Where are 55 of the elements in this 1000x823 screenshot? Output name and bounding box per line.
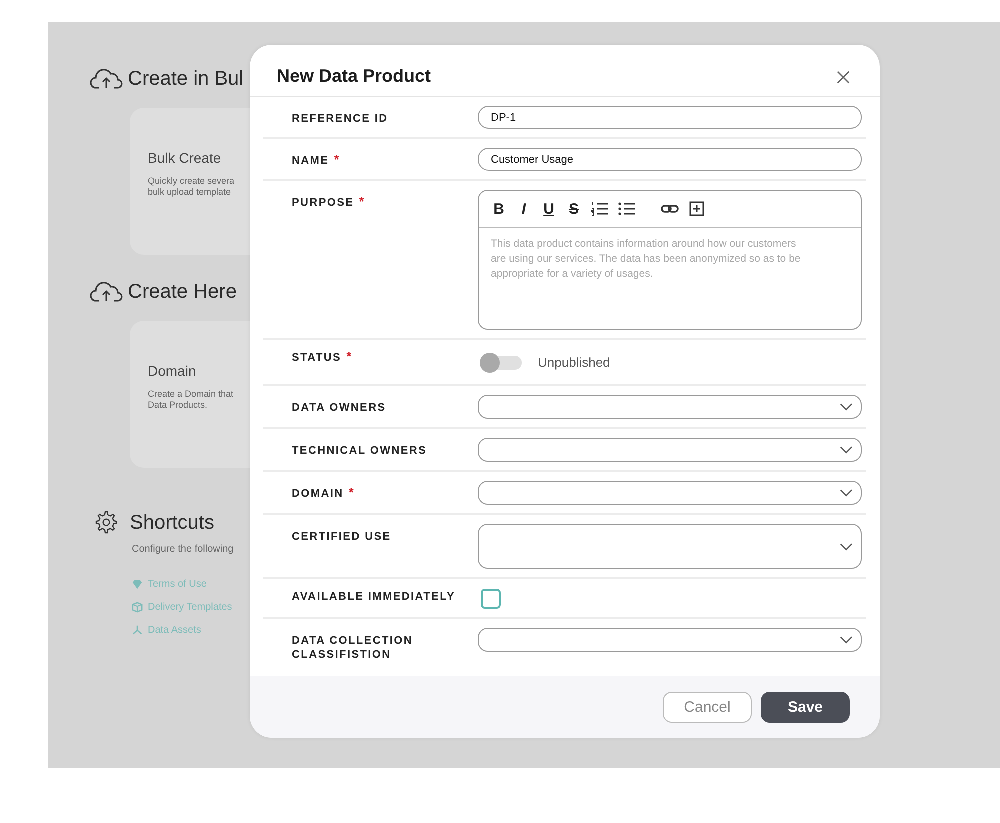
- card-title: Domain: [148, 363, 198, 379]
- required-mark: *: [348, 487, 354, 499]
- card-description: Quickly create severa bulk upload template: [148, 176, 236, 198]
- format-button[interactable]: U: [541, 200, 557, 218]
- dropdown-field[interactable]: [478, 524, 862, 569]
- section-title: Create Here: [128, 280, 237, 304]
- field-label: REFERENCE ID: [292, 112, 388, 126]
- bullet-list-icon[interactable]: [618, 201, 636, 217]
- gem-icon: [132, 578, 143, 590]
- required-mark: *: [346, 351, 352, 363]
- dropdown-field[interactable]: [478, 628, 862, 652]
- chevron-down-icon: [840, 403, 853, 411]
- save-button[interactable]: Save: [761, 692, 850, 722]
- format-button[interactable]: B: [491, 200, 507, 218]
- dropdown-field[interactable]: [478, 481, 862, 505]
- settings-icon: [94, 511, 118, 535]
- field-label: PURPOSE: [292, 196, 354, 210]
- chevron-down-icon: [840, 542, 853, 550]
- field-label: AVAILABLE IMMEDIATELY: [292, 590, 456, 604]
- chevron-down-icon: [840, 489, 853, 497]
- status-label: Unpublished: [538, 355, 610, 370]
- section-title: Shortcuts: [130, 512, 214, 534]
- format-button[interactable]: I: [516, 200, 532, 218]
- cloud-upload-icon: [90, 281, 124, 303]
- chevron-down-icon: [840, 446, 853, 454]
- field-label: CERTIFIED USE: [292, 530, 392, 544]
- fork-icon: [132, 624, 143, 636]
- dialog-title: New Data Product: [277, 66, 432, 87]
- field-label: TECHNICAL OWNERS: [292, 444, 428, 458]
- field-label: NAME: [292, 154, 330, 168]
- required-mark: *: [334, 154, 340, 166]
- dropdown-field[interactable]: [478, 438, 862, 462]
- cancel-button[interactable]: Cancel: [663, 692, 752, 722]
- toggle-switch[interactable]: [482, 356, 522, 370]
- field-label: DOMAIN: [292, 487, 344, 501]
- cloud-upload-icon: [90, 68, 124, 90]
- required-mark: *: [359, 196, 364, 208]
- field-label: DATA OWNERS: [292, 401, 386, 415]
- close-icon[interactable]: [836, 70, 851, 85]
- text-field[interactable]: DP-1: [478, 106, 862, 129]
- text-field[interactable]: Customer Usage: [478, 148, 862, 171]
- package-icon: [132, 602, 143, 612]
- field-label: STATUS: [292, 351, 342, 365]
- checkbox[interactable]: [481, 589, 501, 609]
- chevron-down-icon: [840, 636, 853, 644]
- dropdown-field[interactable]: [478, 395, 862, 419]
- section-title: Create in Bul: [128, 68, 244, 90]
- field-label: DATA COLLECTION CLASSIFISTION: [292, 634, 414, 662]
- shortcuts-description: Configure the following: [132, 544, 235, 555]
- card-title: Bulk Create: [148, 150, 222, 166]
- card-description: Create a Domain that Data Products.: [148, 389, 235, 411]
- insert-icon[interactable]: [688, 201, 706, 217]
- numbered-list-icon[interactable]: [591, 201, 609, 217]
- purpose-editor[interactable]: B I U S This data product contains information around how our customers are using our services. The data has been anonymized so as to be appropriate for a variety of usages.: [478, 190, 862, 330]
- format-button[interactable]: S: [566, 200, 582, 218]
